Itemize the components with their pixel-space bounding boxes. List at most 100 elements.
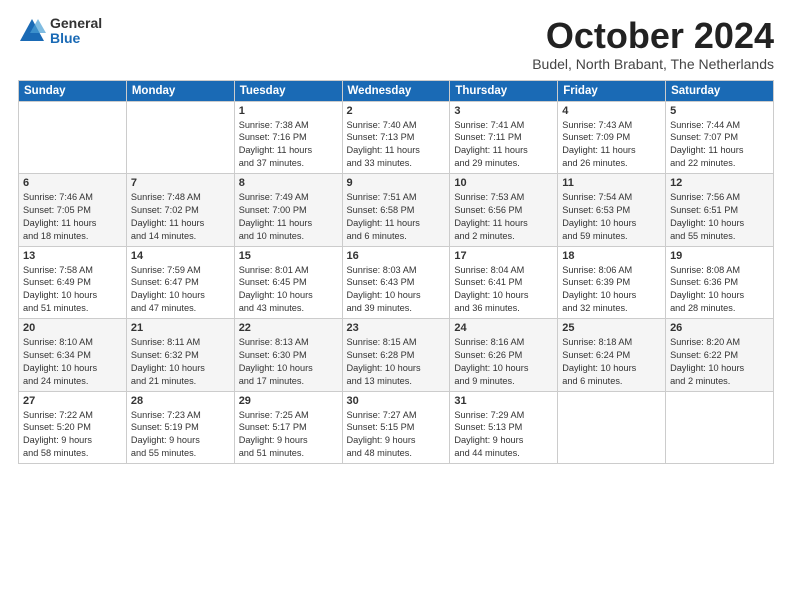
day-detail: Sunrise: 8:20 AM Sunset: 6:22 PM Dayligh… — [670, 336, 769, 388]
day-cell: 11 Sunrise: 7:54 AM Sunset: 6:53 PM Dayli… — [558, 174, 666, 247]
day-cell: 4 Sunrise: 7:43 AM Sunset: 7:09 PM Daylig… — [558, 101, 666, 174]
day-number: 9 — [347, 177, 446, 189]
day-cell: 9 Sunrise: 7:51 AM Sunset: 6:58 PM Daylig… — [342, 174, 450, 247]
day-number: 24 — [454, 322, 553, 334]
logo-general: General — [50, 16, 102, 31]
week-row-1: 1 Sunrise: 7:38 AM Sunset: 7:16 PM Daylig… — [19, 101, 774, 174]
day-detail: Sunrise: 8:01 AM Sunset: 6:45 PM Dayligh… — [239, 264, 338, 316]
day-number: 27 — [23, 395, 122, 407]
day-number: 19 — [670, 250, 769, 262]
day-cell: 8 Sunrise: 7:49 AM Sunset: 7:00 PM Daylig… — [234, 174, 342, 247]
day-number: 8 — [239, 177, 338, 189]
day-cell — [558, 391, 666, 464]
day-cell — [19, 101, 127, 174]
day-cell: 27Sunrise: 7:22 AM Sunset: 5:20 PM Dayli… — [19, 391, 127, 464]
day-number: 10 — [454, 177, 553, 189]
day-number: 6 — [23, 177, 122, 189]
day-number: 21 — [131, 322, 230, 334]
day-detail: Sunrise: 8:11 AM Sunset: 6:32 PM Dayligh… — [131, 336, 230, 388]
day-number: 14 — [131, 250, 230, 262]
day-cell — [666, 391, 774, 464]
week-row-2: 6 Sunrise: 7:46 AM Sunset: 7:05 PM Daylig… — [19, 174, 774, 247]
day-number: 28 — [131, 395, 230, 407]
day-detail: Sunrise: 8:15 AM Sunset: 6:28 PM Dayligh… — [347, 336, 446, 388]
day-cell: 23Sunrise: 8:15 AM Sunset: 6:28 PM Dayli… — [342, 319, 450, 392]
day-number: 25 — [562, 322, 661, 334]
day-number: 7 — [131, 177, 230, 189]
calendar-table: Sunday Monday Tuesday Wednesday Thursday… — [18, 80, 774, 465]
day-detail: Sunrise: 7:38 AM Sunset: 7:16 PM Dayligh… — [239, 119, 338, 171]
day-number: 2 — [347, 105, 446, 117]
day-cell: 26 Sunrise: 8:20 AM Sunset: 6:22 PM Dayli… — [666, 319, 774, 392]
header-monday: Monday — [126, 80, 234, 101]
day-cell: 21 Sunrise: 8:11 AM Sunset: 6:32 PM Dayli… — [126, 319, 234, 392]
day-cell: 17 Sunrise: 8:04 AM Sunset: 6:41 PM Dayli… — [450, 246, 558, 319]
day-detail: Sunrise: 8:18 AM Sunset: 6:24 PM Dayligh… — [562, 336, 661, 388]
day-detail: Sunrise: 8:13 AM Sunset: 6:30 PM Dayligh… — [239, 336, 338, 388]
day-detail: Sunrise: 8:03 AM Sunset: 6:43 PM Dayligh… — [347, 264, 446, 316]
day-detail: Sunrise: 7:58 AM Sunset: 6:49 PM Dayligh… — [23, 264, 122, 316]
day-cell — [126, 101, 234, 174]
day-number: 22 — [239, 322, 338, 334]
day-number: 13 — [23, 250, 122, 262]
day-number: 12 — [670, 177, 769, 189]
day-detail: Sunrise: 8:16 AM Sunset: 6:26 PM Dayligh… — [454, 336, 553, 388]
day-number: 11 — [562, 177, 661, 189]
day-detail: Sunrise: 7:54 AM Sunset: 6:53 PM Dayligh… — [562, 191, 661, 243]
day-detail: Sunrise: 7:27 AM Sunset: 5:15 PM Dayligh… — [347, 409, 446, 461]
day-cell: 14Sunrise: 7:59 AM Sunset: 6:47 PM Dayli… — [126, 246, 234, 319]
day-detail: Sunrise: 7:48 AM Sunset: 7:02 PM Dayligh… — [131, 191, 230, 243]
day-detail: Sunrise: 7:51 AM Sunset: 6:58 PM Dayligh… — [347, 191, 446, 243]
day-number: 15 — [239, 250, 338, 262]
day-cell: 5 Sunrise: 7:44 AM Sunset: 7:07 PM Daylig… — [666, 101, 774, 174]
day-number: 20 — [23, 322, 122, 334]
day-detail: Sunrise: 8:04 AM Sunset: 6:41 PM Dayligh… — [454, 264, 553, 316]
day-detail: Sunrise: 7:25 AM Sunset: 5:17 PM Dayligh… — [239, 409, 338, 461]
day-detail: Sunrise: 7:43 AM Sunset: 7:09 PM Dayligh… — [562, 119, 661, 171]
day-cell: 22 Sunrise: 8:13 AM Sunset: 6:30 PM Dayli… — [234, 319, 342, 392]
logo-icon — [18, 17, 46, 45]
day-detail: Sunrise: 7:53 AM Sunset: 6:56 PM Dayligh… — [454, 191, 553, 243]
day-detail: Sunrise: 7:41 AM Sunset: 7:11 PM Dayligh… — [454, 119, 553, 171]
day-detail: Sunrise: 7:46 AM Sunset: 7:05 PM Dayligh… — [23, 191, 122, 243]
day-number: 1 — [239, 105, 338, 117]
header-friday: Friday — [558, 80, 666, 101]
day-cell: 25 Sunrise: 8:18 AM Sunset: 6:24 PM Dayli… — [558, 319, 666, 392]
calendar-title: October 2024 — [532, 16, 774, 56]
day-cell: 19 Sunrise: 8:08 AM Sunset: 6:36 PM Dayli… — [666, 246, 774, 319]
calendar-header: Sunday Monday Tuesday Wednesday Thursday… — [19, 80, 774, 101]
logo-text: General Blue — [50, 16, 102, 47]
day-cell: 28Sunrise: 7:23 AM Sunset: 5:19 PM Dayli… — [126, 391, 234, 464]
header-saturday: Saturday — [666, 80, 774, 101]
week-row-4: 20Sunrise: 8:10 AM Sunset: 6:34 PM Dayli… — [19, 319, 774, 392]
day-detail: Sunrise: 8:08 AM Sunset: 6:36 PM Dayligh… — [670, 264, 769, 316]
calendar-body: 1 Sunrise: 7:38 AM Sunset: 7:16 PM Daylig… — [19, 101, 774, 464]
day-number: 31 — [454, 395, 553, 407]
day-cell: 6 Sunrise: 7:46 AM Sunset: 7:05 PM Daylig… — [19, 174, 127, 247]
day-number: 29 — [239, 395, 338, 407]
day-cell: 3 Sunrise: 7:41 AM Sunset: 7:11 PM Daylig… — [450, 101, 558, 174]
day-cell: 1 Sunrise: 7:38 AM Sunset: 7:16 PM Daylig… — [234, 101, 342, 174]
day-number: 16 — [347, 250, 446, 262]
header-wednesday: Wednesday — [342, 80, 450, 101]
day-cell: 10 Sunrise: 7:53 AM Sunset: 6:56 PM Dayli… — [450, 174, 558, 247]
day-number: 5 — [670, 105, 769, 117]
day-number: 4 — [562, 105, 661, 117]
day-detail: Sunrise: 7:44 AM Sunset: 7:07 PM Dayligh… — [670, 119, 769, 171]
week-row-3: 13 Sunrise: 7:58 AM Sunset: 6:49 PM Dayli… — [19, 246, 774, 319]
day-detail: Sunrise: 7:56 AM Sunset: 6:51 PM Dayligh… — [670, 191, 769, 243]
day-detail: Sunrise: 7:49 AM Sunset: 7:00 PM Dayligh… — [239, 191, 338, 243]
day-detail: Sunrise: 8:06 AM Sunset: 6:39 PM Dayligh… — [562, 264, 661, 316]
day-number: 3 — [454, 105, 553, 117]
day-cell: 16 Sunrise: 8:03 AM Sunset: 6:43 PM Dayli… — [342, 246, 450, 319]
header-tuesday: Tuesday — [234, 80, 342, 101]
day-cell: 30Sunrise: 7:27 AM Sunset: 5:15 PM Dayli… — [342, 391, 450, 464]
day-cell: 7 Sunrise: 7:48 AM Sunset: 7:02 PM Daylig… — [126, 174, 234, 247]
header-sunday: Sunday — [19, 80, 127, 101]
day-number: 17 — [454, 250, 553, 262]
day-number: 26 — [670, 322, 769, 334]
title-block: October 2024 Budel, North Brabant, The N… — [532, 16, 774, 72]
day-detail: Sunrise: 7:40 AM Sunset: 7:13 PM Dayligh… — [347, 119, 446, 171]
header: General Blue October 2024 Budel, North B… — [18, 16, 774, 72]
day-cell: 24 Sunrise: 8:16 AM Sunset: 6:26 PM Dayli… — [450, 319, 558, 392]
